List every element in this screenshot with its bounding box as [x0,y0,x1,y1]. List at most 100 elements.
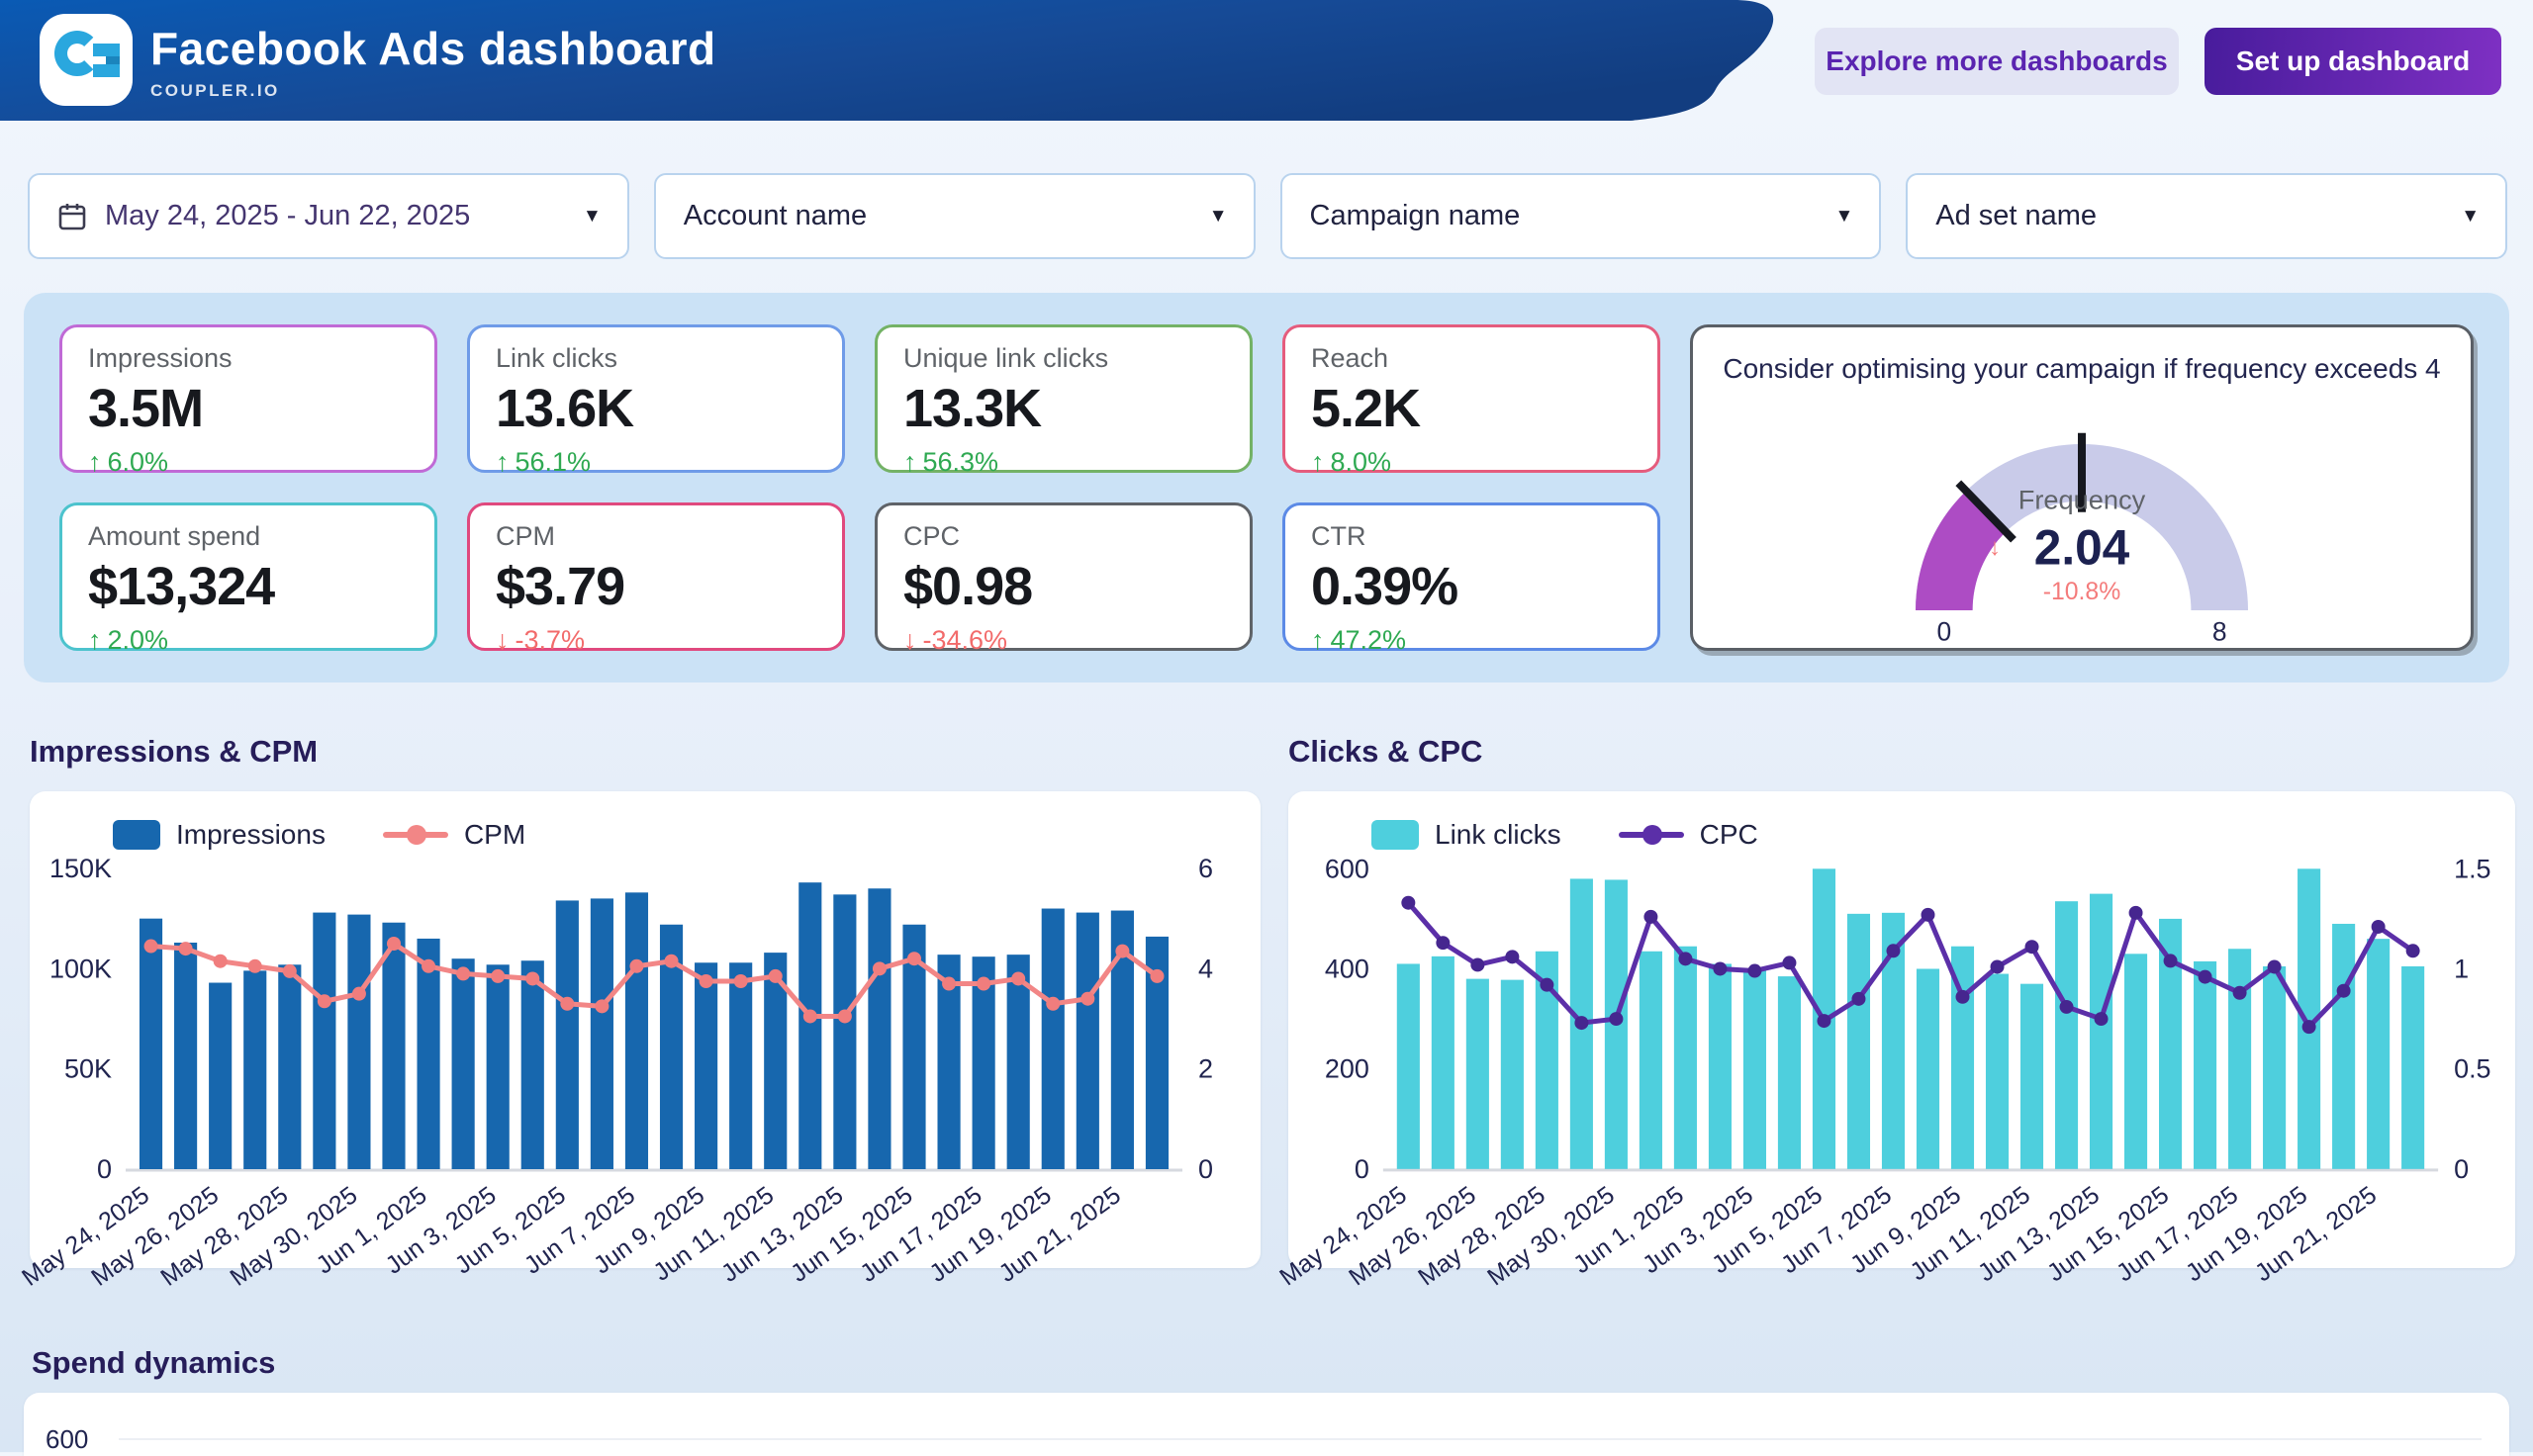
svg-text:600: 600 [1325,854,1369,883]
chevron-down-icon: ▼ [1209,206,1228,228]
trend-arrow-icon: ↑ [88,447,102,477]
trend-arrow-icon: ↓ [903,625,917,655]
brand-subtitle: COUPLER.IO [150,81,716,101]
kpi-card-cpm: CPM $3.79 ↓-3.7% [467,502,845,651]
explore-dashboards-button[interactable]: Explore more dashboards [1815,28,2179,95]
section-title-spend-dynamics: Spend dynamics [32,1345,275,1381]
kpi-value: 5.2K [1311,378,1632,439]
kpi-label: Amount spend [88,521,409,552]
kpi-value: 13.3K [903,378,1224,439]
kpi-delta: ↓-34.6% [903,625,1224,656]
svg-text:50K: 50K [64,1054,112,1084]
date-range-filter[interactable]: May 24, 2025 - Jun 22, 2025 ▼ [28,173,629,259]
svg-text:0: 0 [1198,1154,1213,1184]
page-title: Facebook Ads dashboard [150,22,716,75]
legend-item-impressions: Impressions [113,819,326,851]
account-name-filter[interactable]: Account name ▼ [654,173,1256,259]
svg-text:1: 1 [2454,954,2469,983]
kpi-label: Unique link clicks [903,343,1224,374]
trend-arrow-icon: ↑ [903,447,917,477]
gauge-delta: -10.8% [2043,579,2121,605]
legend-label: CPM [464,819,525,851]
kpi-card-unique-link-clicks: Unique link clicks 13.3K ↑56.3% [875,324,1253,473]
legend-item-link-clicks: Link clicks [1371,819,1561,851]
chart-legend: Impressions CPM [113,819,525,851]
kpi-card-impressions: Impressions 3.5M ↑6.0% [59,324,437,473]
trend-arrow-icon: ↑ [1311,447,1325,477]
kpi-card-link-clicks: Link clicks 13.6K ↑56.1% [467,324,845,473]
svg-text:0.5: 0.5 [2454,1054,2490,1084]
filter-bar: May 24, 2025 - Jun 22, 2025 ▼ Account na… [28,173,2507,259]
kpi-delta: ↓-3.7% [496,625,816,656]
frequency-gauge-card: Consider optimising your campaign if fre… [1690,324,2474,651]
kpi-delta: ↑8.0% [1311,447,1632,478]
date-range-value: May 24, 2025 - Jun 22, 2025 [105,200,470,232]
svg-text:400: 400 [1325,954,1369,983]
campaign-name-filter[interactable]: Campaign name ▼ [1280,173,1882,259]
kpi-label: CPM [496,521,816,552]
svg-text:150K: 150K [49,854,112,883]
chevron-down-icon: ▼ [1834,206,1853,228]
gauge-metric-label: Frequency [2018,485,2146,515]
svg-text:2: 2 [1198,1054,1213,1084]
ad-set-name-filter[interactable]: Ad set name ▼ [1906,173,2507,259]
legend-label: Link clicks [1435,819,1561,851]
kpi-card-amount-spend: Amount spend $13,324 ↑2.0% [59,502,437,651]
clicks-cpc-chart: 020040060000.511.5May 24, 2025May 26, 20… [1288,861,2515,1264]
svg-text:200: 200 [1325,1054,1369,1084]
kpi-value: 13.6K [496,378,816,439]
kpi-label: Reach [1311,343,1632,374]
trend-arrow-icon: ↓ [496,625,510,655]
kpi-delta: ↑6.0% [88,447,409,478]
kpi-card-cpc: CPC $0.98 ↓-34.6% [875,502,1253,651]
kpi-delta: ↑2.0% [88,625,409,656]
trend-arrow-icon: ↑ [1311,625,1325,655]
legend-item-cpc: CPC [1619,819,1758,851]
svg-text:1.5: 1.5 [2454,854,2490,883]
legend-label: Impressions [176,819,326,851]
gauge-title: Consider optimising your campaign if fre… [1693,353,2471,385]
account-filter-label: Account name [684,200,867,232]
svg-text:6: 6 [1198,854,1213,883]
gauge-trend-arrow-icon: ↓ [1989,534,2001,561]
kpi-label: Impressions [88,343,409,374]
svg-text:0: 0 [1355,1154,1369,1184]
kpi-label: Link clicks [496,343,816,374]
kpi-label: CPC [903,521,1224,552]
frequency-gauge: Frequency 2.04 ↓ -10.8% 0 8 [1765,389,2398,642]
setup-dashboard-button[interactable]: Set up dashboard [2205,28,2501,95]
kpi-label: CTR [1311,521,1632,552]
gauge-value: 2.04 [2034,520,2130,576]
line-swatch-icon [1619,832,1684,838]
section-title-impressions-cpm: Impressions & CPM [30,734,1261,770]
kpi-delta: ↑56.1% [496,447,816,478]
impressions-cpm-chart-card: Impressions CPM 050K100K150K0246May 24, … [30,791,1261,1268]
bar-swatch-icon [1371,820,1419,850]
gauge-max-label: 8 [2212,616,2227,646]
coupler-logo[interactable] [40,14,133,106]
chevron-down-icon: ▼ [583,206,602,228]
legend-item-cpm: CPM [383,819,525,851]
legend-label: CPC [1700,819,1758,851]
svg-text:0: 0 [2454,1154,2469,1184]
spend-axis-tick: 600 [46,1424,88,1455]
svg-text:0: 0 [97,1154,112,1184]
kpi-value: 0.39% [1311,556,1632,617]
svg-text:100K: 100K [49,954,112,983]
kpi-delta: ↑47.2% [1311,625,1632,656]
clicks-cpc-section: Clicks & CPC Link clicks CPC 0 200 400 600 0… [1288,734,2515,1268]
trend-arrow-icon: ↑ [496,447,510,477]
spend-dynamics-chart-card: 600 [24,1393,2509,1456]
gauge-min-label: 0 [1936,616,1951,646]
trend-arrow-icon: ↑ [88,625,102,655]
clicks-cpc-chart-card: Link clicks CPC 020040060000.511.5May 24… [1288,791,2515,1268]
kpi-value: $0.98 [903,556,1224,617]
bar-swatch-icon [113,820,160,850]
app-header: Facebook Ads dashboard COUPLER.IO Explor… [0,0,2533,121]
chart-legend: Link clicks CPC [1371,819,1758,851]
chevron-down-icon: ▼ [2461,206,2480,228]
logo-bar-icon [93,64,120,77]
line-swatch-icon [383,832,448,838]
section-title-clicks-cpc: Clicks & CPC [1288,734,2515,770]
campaign-filter-label: Campaign name [1310,200,1521,232]
